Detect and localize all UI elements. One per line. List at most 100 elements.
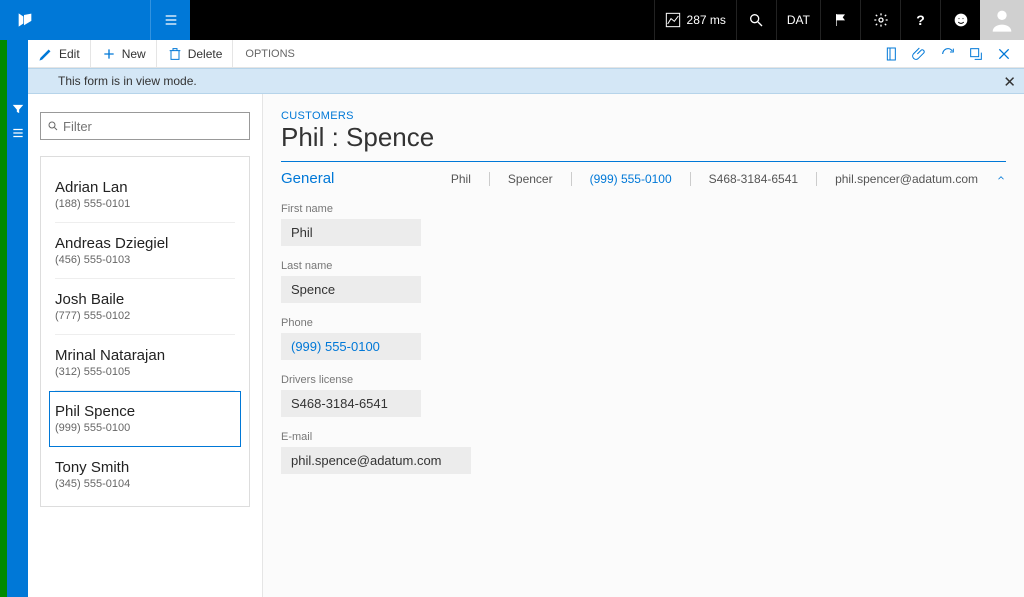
list-item[interactable]: Josh Baile (777) 555-0102 xyxy=(55,279,235,335)
list-item-phone: (312) 555-0105 xyxy=(55,366,235,378)
delete-label: Delete xyxy=(188,47,223,61)
company-code: DAT xyxy=(787,13,810,27)
app-logo[interactable] xyxy=(0,0,50,40)
popout-icon xyxy=(968,46,984,62)
search-button[interactable] xyxy=(736,0,776,40)
user-avatar[interactable] xyxy=(980,0,1024,40)
company-selector[interactable]: DAT xyxy=(776,0,820,40)
fields-group: First name Phil Last name Spence Phone (… xyxy=(281,203,1006,474)
settings-button[interactable] xyxy=(860,0,900,40)
list-item-name: Mrinal Natarajan xyxy=(55,347,235,364)
breadcrumb[interactable]: CUSTOMERS xyxy=(281,110,1006,122)
list-item[interactable]: Andreas Dziegiel (456) 555-0103 xyxy=(55,223,235,279)
section-title[interactable]: General xyxy=(281,170,334,187)
person-icon xyxy=(988,6,1016,34)
hamburger-icon xyxy=(163,12,179,28)
rail-green xyxy=(0,40,7,597)
filter-input[interactable] xyxy=(59,119,243,134)
flag-button[interactable] xyxy=(820,0,860,40)
perf-chart-icon xyxy=(665,12,681,28)
info-message-text: This form is in view mode. xyxy=(58,74,197,88)
options-label: OPTIONS xyxy=(245,48,295,60)
funnel-icon xyxy=(11,102,25,116)
field-label-phone: Phone xyxy=(281,317,1006,329)
office-button[interactable] xyxy=(884,46,900,62)
flag-icon xyxy=(833,12,849,28)
list-item-phone: (345) 555-0104 xyxy=(55,478,235,490)
list-item[interactable]: Mrinal Natarajan (312) 555-0105 xyxy=(55,335,235,391)
perf-indicator[interactable]: 287 ms xyxy=(654,0,736,40)
list-item-name: Tony Smith xyxy=(55,459,235,476)
list-icon xyxy=(11,126,25,140)
summary-strip: Phil Spencer (999) 555-0100 S468-3184-65… xyxy=(451,172,1006,186)
delete-button[interactable]: Delete xyxy=(157,40,234,67)
refresh-button[interactable] xyxy=(940,46,956,62)
feedback-button[interactable] xyxy=(940,0,980,40)
list-item-phone: (188) 555-0101 xyxy=(55,198,235,210)
field-label-last: Last name xyxy=(281,260,1006,272)
new-button[interactable]: New xyxy=(91,40,157,67)
field-value-license[interactable]: S468-3184-6541 xyxy=(281,390,421,417)
summary-phone[interactable]: (999) 555-0100 xyxy=(590,172,672,186)
close-icon xyxy=(996,46,1012,62)
trash-icon xyxy=(167,46,183,62)
list-item-name: Phil Spence xyxy=(55,403,235,420)
list-item-phone: (999) 555-0100 xyxy=(55,422,235,434)
nav-menu-button[interactable] xyxy=(150,0,190,40)
field-label-email: E-mail xyxy=(281,431,1006,443)
command-bar: Edit New Delete OPTIONS xyxy=(28,40,1024,68)
title-divider xyxy=(281,161,1006,162)
field-value-phone[interactable]: (999) 555-0100 xyxy=(281,333,421,360)
rail-blue xyxy=(7,40,28,597)
top-navbar: 287 ms DAT ? xyxy=(0,0,1024,40)
summary-sep xyxy=(571,172,572,186)
popout-button[interactable] xyxy=(968,46,984,62)
help-icon: ? xyxy=(916,12,925,28)
info-message-close[interactable]: ✕ xyxy=(1003,73,1016,91)
paperclip-icon xyxy=(912,46,928,62)
field-value-email[interactable]: phil.spence@adatum.com xyxy=(281,447,471,474)
info-message-bar: This form is in view mode. ✕ xyxy=(28,68,1024,94)
summary-email: phil.spencer@adatum.com xyxy=(835,172,978,186)
nav-blue-region xyxy=(50,0,150,40)
field-value-last[interactable]: Spence xyxy=(281,276,421,303)
filter-search-icon xyxy=(47,120,59,132)
new-label: New xyxy=(122,47,146,61)
office-icon xyxy=(884,46,900,62)
list-item-phone: (456) 555-0103 xyxy=(55,254,235,266)
list-item-name: Josh Baile xyxy=(55,291,235,308)
field-label-license: Drivers license xyxy=(281,374,1006,386)
rail-list-button[interactable] xyxy=(9,124,27,142)
help-button[interactable]: ? xyxy=(900,0,940,40)
list-item-name: Andreas Dziegiel xyxy=(55,235,235,252)
list-item[interactable]: Phil Spence (999) 555-0100 xyxy=(49,391,241,447)
search-icon xyxy=(748,12,764,28)
list-item-name: Adrian Lan xyxy=(55,179,235,196)
smile-icon xyxy=(953,12,969,28)
gear-icon xyxy=(873,12,889,28)
list-item[interactable]: Adrian Lan (188) 555-0101 xyxy=(55,167,235,223)
edit-button[interactable]: Edit xyxy=(28,40,91,67)
summary-sep xyxy=(690,172,691,186)
pencil-icon xyxy=(38,46,54,62)
section-collapse-button[interactable] xyxy=(996,172,1006,186)
detail-panel: CUSTOMERS Phil : Spence General Phil Spe… xyxy=(263,94,1024,597)
field-label-first: First name xyxy=(281,203,1006,215)
customer-list-panel: Adrian Lan (188) 555-0101 Andreas Dziegi… xyxy=(28,94,263,597)
plus-icon xyxy=(101,46,117,62)
page-title: Phil : Spence xyxy=(281,122,1006,153)
summary-sep xyxy=(816,172,817,186)
list-item[interactable]: Tony Smith (345) 555-0104 xyxy=(55,447,235,502)
filter-box[interactable] xyxy=(40,112,250,140)
rail-filter-button[interactable] xyxy=(9,100,27,118)
field-value-first[interactable]: Phil xyxy=(281,219,421,246)
perf-ms: 287 ms xyxy=(687,13,726,27)
summary-first: Phil xyxy=(451,172,471,186)
options-button[interactable]: OPTIONS xyxy=(233,40,307,67)
list-item-phone: (777) 555-0102 xyxy=(55,310,235,322)
summary-last: Spencer xyxy=(508,172,553,186)
refresh-icon xyxy=(940,46,956,62)
edit-label: Edit xyxy=(59,47,80,61)
attach-button[interactable] xyxy=(912,46,928,62)
close-form-button[interactable] xyxy=(996,46,1012,62)
